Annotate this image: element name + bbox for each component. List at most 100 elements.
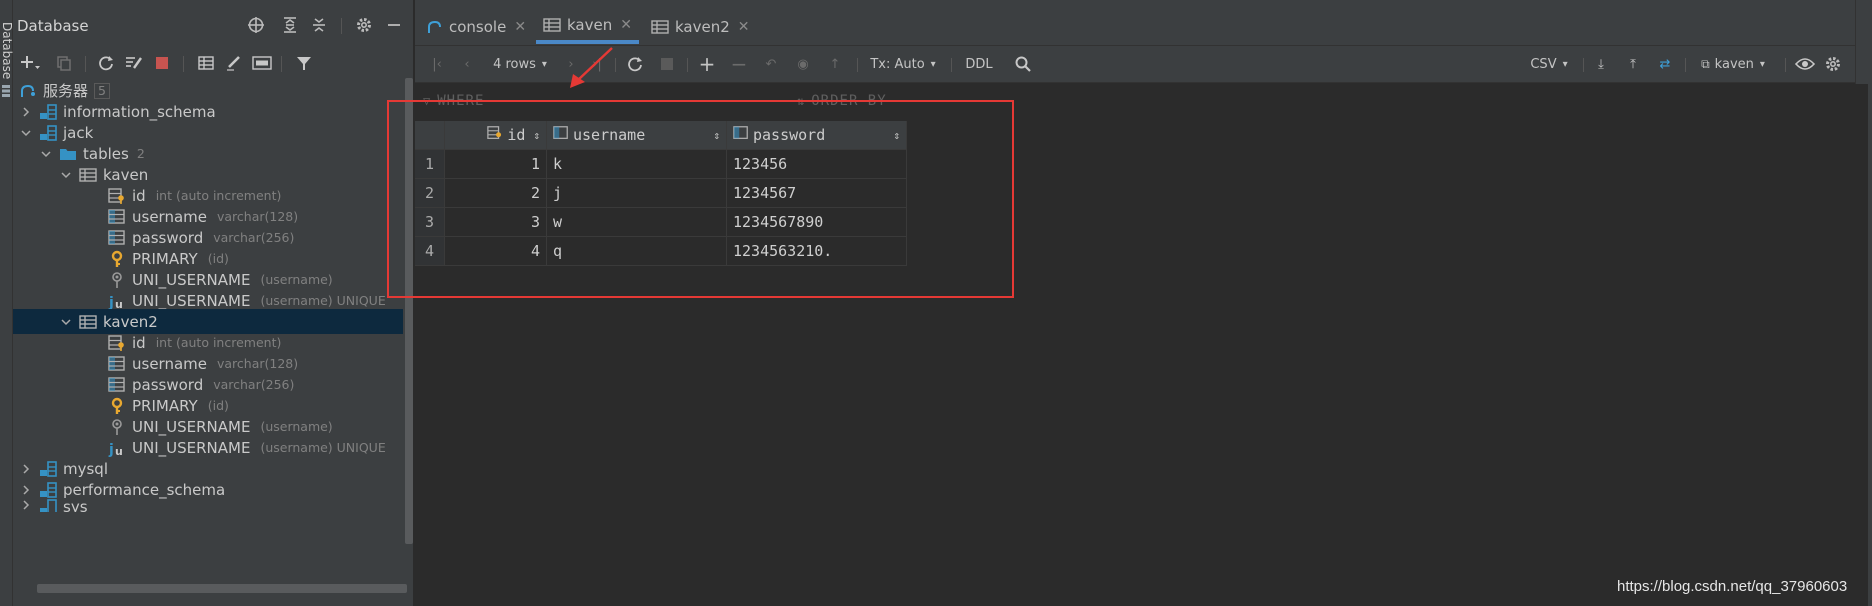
sort-icon[interactable]: ⇕	[713, 129, 720, 142]
cell-username[interactable]: k	[547, 150, 727, 179]
vertical-scrollbar[interactable]	[1855, 84, 1868, 606]
chevron-right-icon[interactable]	[19, 462, 33, 476]
refresh-icon[interactable]	[623, 52, 647, 76]
tab-kaven[interactable]: kaven ✕	[536, 10, 639, 44]
minimize-icon[interactable]	[383, 14, 405, 36]
transaction-mode-dropdown[interactable]: Tx: Auto ▾	[867, 52, 939, 76]
search-icon[interactable]	[1011, 52, 1035, 76]
delete-row-icon[interactable]: −	[727, 52, 751, 76]
chevron-down-icon[interactable]	[59, 315, 73, 329]
svg-text:u: u	[115, 445, 123, 457]
where-filter[interactable]: ▽ WHERE	[423, 93, 484, 109]
cell-id[interactable]: 2	[445, 179, 547, 208]
preview-icon[interactable]: ◉	[791, 52, 815, 76]
chevron-right-icon[interactable]	[19, 498, 33, 512]
chevron-down-icon: ▾	[1562, 58, 1568, 70]
cell-username[interactable]: q	[547, 237, 727, 266]
stop-icon[interactable]	[655, 52, 679, 76]
table-icon	[651, 19, 669, 35]
sort-icon[interactable]: ⇕	[533, 129, 540, 142]
database-tool-label[interactable]: Database	[0, 22, 14, 79]
cell-password[interactable]: 1234567890	[727, 208, 907, 237]
schema-icon	[39, 103, 57, 121]
submit-icon[interactable]: ↑	[823, 52, 847, 76]
rows-dropdown[interactable]: 4 rows ▾	[487, 52, 553, 76]
annotation-arrow-icon	[570, 47, 613, 88]
revert-icon[interactable]: ↶	[759, 52, 783, 76]
stop-icon[interactable]	[149, 50, 175, 76]
chevron-down-icon[interactable]	[39, 147, 53, 161]
crosshair-icon[interactable]	[245, 14, 267, 36]
compare-icon[interactable]: ⇄	[1653, 52, 1677, 76]
chevron-right-icon[interactable]	[19, 105, 33, 119]
filter-icon[interactable]	[291, 50, 317, 76]
cell-password[interactable]: 1234563210.	[727, 237, 907, 266]
table-view-icon[interactable]	[193, 50, 219, 76]
row-number[interactable]: 1	[415, 150, 445, 179]
eye-icon[interactable]	[1793, 52, 1817, 76]
close-icon[interactable]: ✕	[620, 17, 632, 33]
upload-icon[interactable]: ⤒	[1621, 52, 1645, 76]
cell-id[interactable]: 4	[445, 237, 547, 266]
order-by-filter[interactable]: ⇅ ORDER BY	[797, 93, 887, 109]
tree-item-sys[interactable]: sys	[13, 498, 403, 512]
cell-id[interactable]: 1	[445, 150, 547, 179]
column-header-password[interactable]: password ⇕	[727, 121, 907, 150]
chevron-down-icon[interactable]	[19, 126, 33, 140]
console-icon	[427, 19, 443, 35]
schema-icon	[39, 481, 57, 499]
cell-username[interactable]: w	[547, 208, 727, 237]
cell-id[interactable]: 3	[445, 208, 547, 237]
chevron-right-icon[interactable]	[19, 483, 33, 497]
gear-icon[interactable]	[353, 14, 375, 36]
datasource-dropdown[interactable]: ⧉ kaven ▾	[1693, 52, 1773, 76]
gear-icon[interactable]	[1821, 52, 1845, 76]
row-number[interactable]: 4	[415, 237, 445, 266]
close-icon[interactable]: ✕	[514, 19, 526, 35]
edit-schema-icon[interactable]	[121, 50, 147, 76]
chevron-down-icon: ▾	[1759, 58, 1765, 70]
horizontal-scrollbar[interactable]	[37, 584, 407, 593]
pencil-icon[interactable]	[221, 50, 247, 76]
download-icon[interactable]: ⤓	[1589, 52, 1613, 76]
cell-password[interactable]: 123456	[727, 150, 907, 179]
database-tool-strip[interactable]: Database	[0, 0, 14, 606]
editor-tabs: console ✕ kaven ✕ kaven2 ✕	[415, 0, 1855, 46]
row-number[interactable]: 2	[415, 179, 445, 208]
column-icon	[733, 125, 749, 145]
key-column-icon	[108, 187, 126, 205]
connection-icon: ⧉	[1701, 56, 1710, 71]
ddl-button[interactable]: DDL	[959, 52, 999, 76]
unique-icon: ju	[108, 439, 126, 457]
tree-scrollbar[interactable]	[405, 78, 413, 544]
column-icon	[108, 376, 126, 394]
close-icon[interactable]: ✕	[738, 19, 750, 35]
row-number[interactable]: 3	[415, 208, 445, 237]
database-tree: 服务器 5 information_schema jack tables 2 k…	[13, 78, 414, 606]
column-header-username[interactable]: username ⇕	[547, 121, 727, 150]
copy-icon[interactable]	[51, 50, 77, 76]
cell-username[interactable]: j	[547, 179, 727, 208]
tab-console[interactable]: console ✕	[427, 10, 526, 44]
folder-icon	[59, 145, 77, 163]
refresh-icon[interactable]	[93, 50, 119, 76]
tab-kaven2[interactable]: kaven2 ✕	[651, 10, 750, 44]
previous-page-icon[interactable]: ‹	[457, 52, 477, 76]
column-header-id[interactable]: id ⇕	[445, 121, 547, 150]
cell-password[interactable]: 1234567	[727, 179, 907, 208]
chevron-down-icon[interactable]	[59, 168, 73, 182]
expand-all-icon[interactable]	[279, 14, 301, 36]
index-icon	[108, 271, 126, 289]
first-page-icon[interactable]: |‹	[427, 52, 447, 76]
key-column-icon	[108, 334, 126, 352]
column-icon	[108, 208, 126, 226]
schema-icon	[39, 460, 57, 478]
add-row-icon[interactable]: +	[695, 52, 719, 76]
sort-icon[interactable]: ⇕	[893, 129, 900, 142]
panel-title: Database	[17, 17, 89, 35]
key-column-icon	[487, 125, 503, 145]
add-datasource-icon[interactable]	[17, 50, 43, 76]
export-format-dropdown[interactable]: CSV ▾	[1521, 52, 1577, 76]
collapse-all-icon[interactable]	[308, 14, 330, 36]
sql-console-icon[interactable]	[249, 50, 275, 76]
